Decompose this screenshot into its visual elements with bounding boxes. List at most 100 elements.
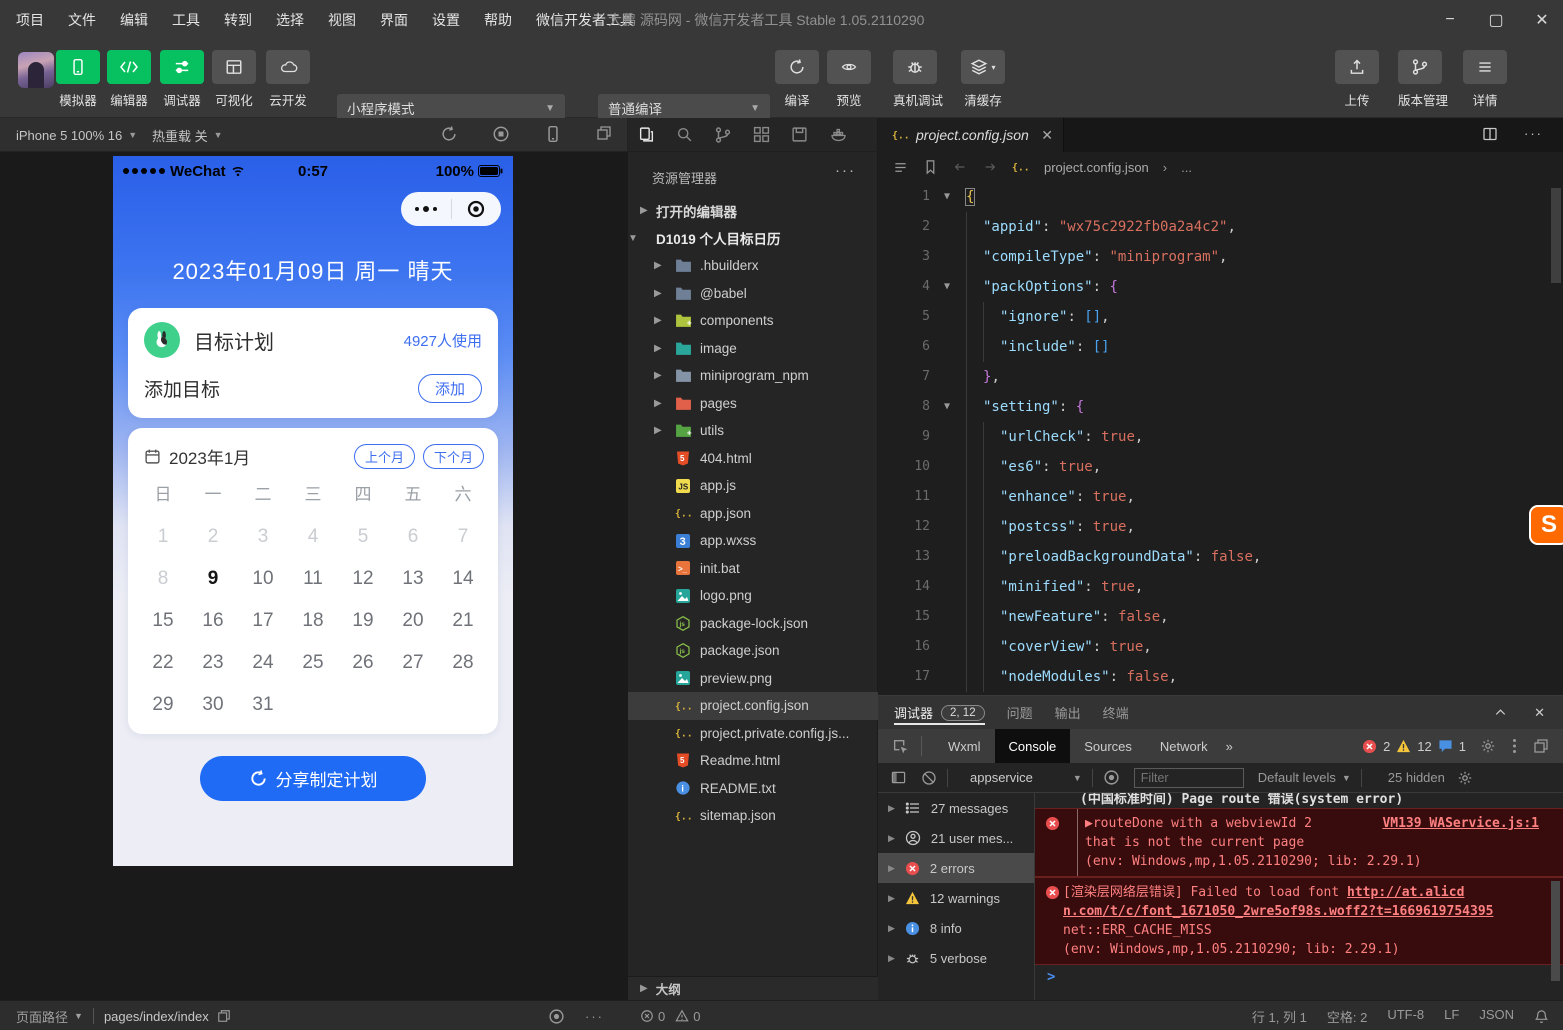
menu-项目[interactable]: 项目	[16, 10, 44, 30]
grid-icon[interactable]	[753, 126, 770, 143]
tree-arrow-icon[interactable]: ▶	[654, 425, 662, 436]
toolbar-button-详情[interactable]: 详情	[1463, 50, 1507, 109]
tree-arrow-icon[interactable]: ▶	[640, 205, 648, 216]
toolbar-button-调试器[interactable]: 调试器	[160, 50, 204, 109]
toolbar-button-编辑器[interactable]: 编辑器	[107, 50, 151, 109]
tree-item-project.private.config.js...[interactable]: {..}project.private.config.js...	[628, 720, 878, 748]
editor-scrollbar[interactable]	[1551, 188, 1561, 283]
tree-item-app.wxss[interactable]: 3app.wxss	[628, 527, 878, 555]
console-filter-2 errors[interactable]: ▶2 errors	[878, 853, 1034, 883]
console-filter-input[interactable]	[1134, 768, 1244, 788]
box-icon[interactable]	[791, 126, 808, 143]
tree-arrow-icon[interactable]: ▶	[654, 315, 662, 326]
tree-item-D1019 个人目标日历[interactable]: ▼D1019 个人目标日历	[628, 225, 878, 253]
toolbar-button-云开发[interactable]: 云开发	[266, 50, 310, 109]
debugger-tab-调试器[interactable]: 调试器2, 12	[894, 696, 985, 729]
search-icon[interactable]	[676, 126, 693, 143]
error-url-link[interactable]: http://at.alicd	[1347, 885, 1464, 900]
device-select[interactable]: iPhone 5 100% 16 ▼	[16, 118, 137, 152]
tree-item-sitemap.json[interactable]: {..}sitemap.json	[628, 802, 878, 830]
maximize-button[interactable]: ▢	[1473, 0, 1519, 40]
docker-icon[interactable]	[829, 127, 848, 143]
fold-chevron-icon[interactable]: ▼	[938, 392, 956, 422]
fold-chevron-icon[interactable]: ▼	[938, 272, 956, 302]
undock-icon[interactable]	[1533, 738, 1549, 754]
prev-month-button[interactable]: 上个月	[354, 444, 415, 469]
tree-item-image[interactable]: ▶image	[628, 335, 878, 363]
breadcrumb-more[interactable]: ...	[1181, 160, 1192, 175]
tree-arrow-icon[interactable]: ▶	[654, 370, 662, 381]
devtools-tab-Network[interactable]: Network	[1146, 729, 1222, 763]
tree-item-Readme.html[interactable]: 5Readme.html	[628, 747, 878, 775]
detach-window-icon[interactable]	[596, 125, 612, 141]
tree-item-pages[interactable]: ▶pages	[628, 390, 878, 418]
console-filter-5 verbose[interactable]: ▶5 verbose	[878, 943, 1034, 973]
tree-item-utils[interactable]: ▶+utils	[628, 417, 878, 445]
page-path-label[interactable]: 页面路径	[16, 1007, 68, 1026]
capsule-more-button[interactable]	[401, 206, 451, 212]
console-filter-27 messages[interactable]: ▶27 messages	[878, 793, 1034, 823]
statusbar-more-button[interactable]: ···	[585, 1009, 604, 1024]
close-panel-icon[interactable]: ✕	[1534, 705, 1545, 721]
bookmark-icon[interactable]	[923, 159, 938, 175]
tree-item-logo.png[interactable]: logo.png	[628, 582, 878, 610]
nav-forward-icon[interactable]	[982, 160, 998, 174]
devtools-tab-Console[interactable]: Console	[995, 729, 1071, 763]
live-expression-icon[interactable]	[1103, 769, 1120, 786]
notifications-bell-icon[interactable]	[1534, 1009, 1549, 1024]
tree-item-README.txt[interactable]: iREADME.txt	[628, 775, 878, 803]
toolbar-button-编译[interactable]: 编译	[775, 50, 819, 109]
tree-item-init.bat[interactable]: >_init.bat	[628, 555, 878, 583]
add-goal-button[interactable]: 添加	[418, 374, 482, 403]
close-button[interactable]: ✕	[1519, 0, 1563, 40]
debugger-tab-输出[interactable]: 输出	[1055, 696, 1081, 729]
menu-界面[interactable]: 界面	[380, 10, 408, 30]
tree-item-.hbuilderx[interactable]: ▶.hbuilderx	[628, 252, 878, 280]
toolbar-button-清缓存[interactable]: ▾清缓存	[961, 50, 1005, 109]
stop-record-icon[interactable]	[492, 125, 510, 143]
capsule-exit-button[interactable]	[452, 199, 502, 219]
toolbar-button-版本管理[interactable]: 版本管理	[1398, 50, 1442, 109]
tree-item-打开的编辑器[interactable]: ▶打开的编辑器	[628, 197, 878, 225]
tree-item-package.json[interactable]: jspackage.json	[628, 637, 878, 665]
status-item[interactable]: UTF-8	[1387, 1007, 1424, 1026]
menu-工具[interactable]: 工具	[172, 10, 200, 30]
explorer-more-button[interactable]: ···	[835, 162, 856, 179]
branch-icon[interactable]	[714, 126, 732, 144]
tree-item-@babel[interactable]: ▶@babel	[628, 280, 878, 308]
menu-选择[interactable]: 选择	[276, 10, 304, 30]
console-messages[interactable]: (中国标准时间) Page route 错误(system error)VM13…	[1035, 793, 1563, 1001]
collapse-panel-icon[interactable]	[1493, 705, 1508, 720]
kebab-menu-icon[interactable]	[1512, 738, 1517, 754]
toolbar-button-上传[interactable]: 上传	[1335, 50, 1379, 109]
menu-视图[interactable]: 视图	[328, 10, 356, 30]
menu-设置[interactable]: 设置	[432, 10, 460, 30]
tree-arrow-icon[interactable]: ▶	[654, 398, 662, 409]
console-settings-icon[interactable]	[1457, 770, 1473, 786]
hot-reload-select[interactable]: 热重载 关 ▼	[152, 118, 223, 152]
console-error-1[interactable]: VM139 WAService.js:1▶routeDone with a we…	[1035, 808, 1563, 877]
tree-item-package-lock.json[interactable]: jspackage-lock.json	[628, 610, 878, 638]
console-sidebar-toggle-icon[interactable]	[890, 770, 907, 785]
tree-arrow-icon[interactable]: ▶	[654, 260, 662, 271]
tree-arrow-icon[interactable]: ▶	[654, 343, 662, 354]
menu-帮助[interactable]: 帮助	[484, 10, 512, 30]
console-context-select[interactable]: appservice ▼	[970, 770, 1082, 785]
tree-item-preview.png[interactable]: preview.png	[628, 665, 878, 693]
console-filter-8 info[interactable]: ▶8 info	[878, 913, 1034, 943]
nav-back-icon[interactable]	[952, 160, 968, 174]
toolbar-button-可视化[interactable]: 可视化	[212, 50, 256, 109]
split-editor-icon[interactable]	[1482, 126, 1498, 142]
devtools-tab-Sources[interactable]: Sources	[1070, 729, 1146, 763]
devtools-tab-Wxml[interactable]: Wxml	[934, 729, 995, 763]
device-frame-icon[interactable]	[544, 125, 562, 143]
next-month-button[interactable]: 下个月	[423, 444, 484, 469]
inspect-element-icon[interactable]	[892, 738, 909, 755]
console-filter-21 user mes...[interactable]: ▶21 user mes...	[878, 823, 1034, 853]
toolbar-button-真机调试[interactable]: 真机调试	[893, 50, 937, 109]
tree-item-app.js[interactable]: JSapp.js	[628, 472, 878, 500]
restart-icon[interactable]	[440, 125, 458, 143]
tree-item-miniprogram_npm[interactable]: ▶miniprogram_npm	[628, 362, 878, 390]
outline-list-icon[interactable]	[892, 160, 909, 175]
console-prompt[interactable]: >	[1035, 965, 1563, 989]
